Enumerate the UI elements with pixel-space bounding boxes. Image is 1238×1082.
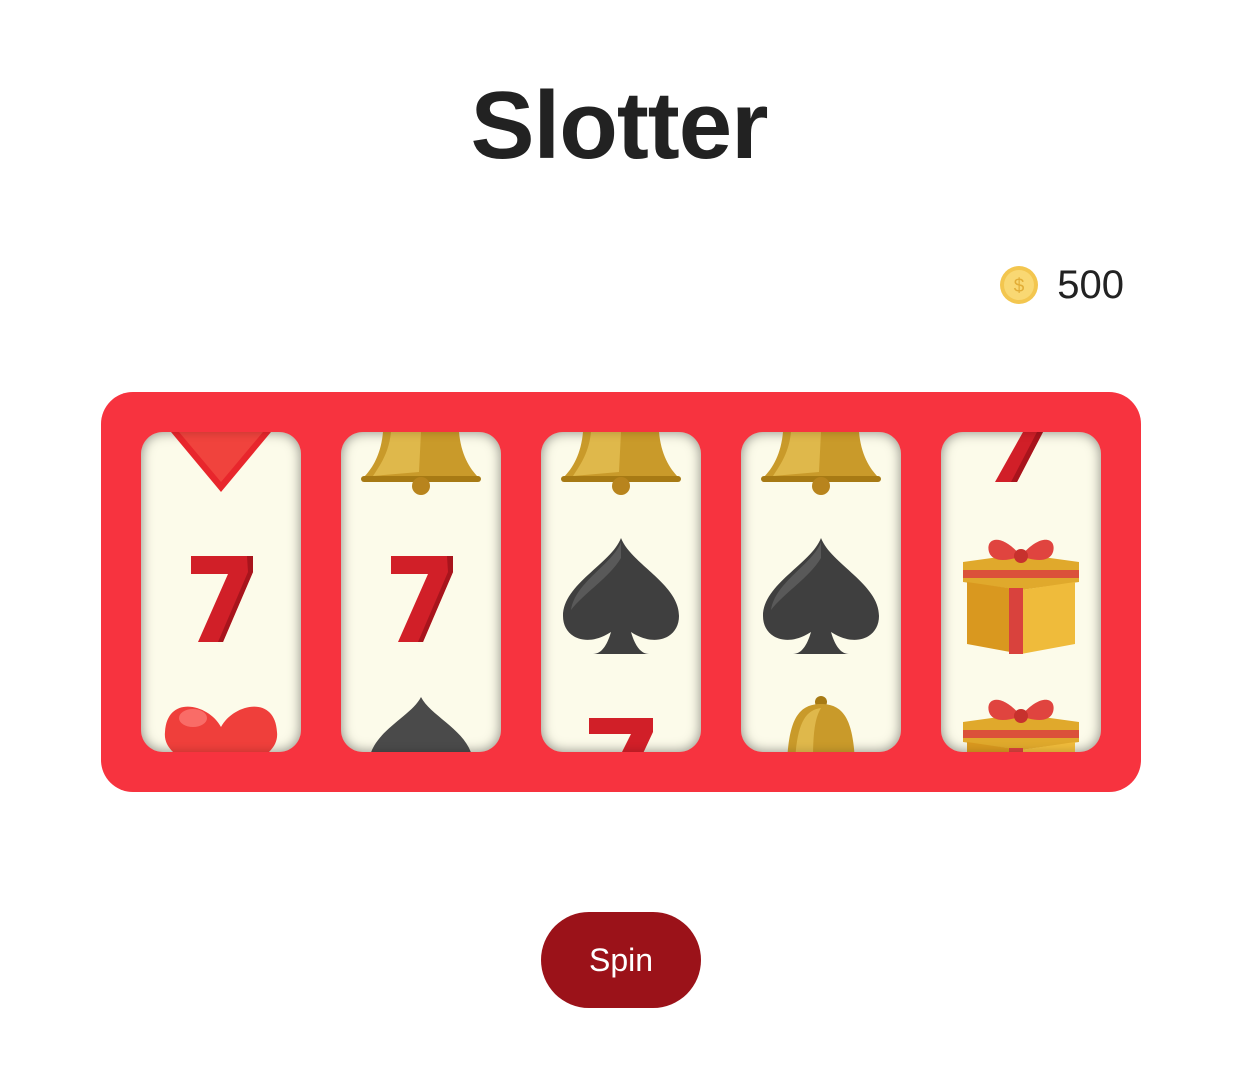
balance-value: 500 <box>1057 262 1124 307</box>
heart-symbol <box>171 432 271 492</box>
seven-symbol <box>391 556 453 642</box>
bell-symbol <box>761 432 881 495</box>
bell-symbol <box>361 432 481 495</box>
reel-3 <box>541 432 701 752</box>
bell-symbol <box>787 696 855 752</box>
reel-4 <box>741 432 901 752</box>
coin-balance: $ 500 <box>999 262 1124 308</box>
reel-2 <box>341 432 501 752</box>
gift-symbol <box>963 699 1079 752</box>
slot-machine <box>101 392 1141 792</box>
reel-1 <box>141 432 301 752</box>
svg-text:$: $ <box>1014 276 1025 297</box>
heart-symbol <box>164 706 278 752</box>
page-title: Slotter <box>470 72 768 179</box>
seven-symbol <box>995 432 1043 482</box>
spade-symbol <box>563 538 679 654</box>
spin-button[interactable]: Spin <box>541 912 701 1008</box>
reel-5 <box>941 432 1101 752</box>
spade-symbol <box>763 538 879 654</box>
bell-symbol <box>561 432 681 495</box>
coin-icon: $ <box>1000 266 1039 304</box>
gift-symbol <box>963 539 1079 654</box>
seven-symbol <box>589 718 653 752</box>
seven-symbol <box>191 556 253 642</box>
spade-symbol <box>371 697 471 752</box>
